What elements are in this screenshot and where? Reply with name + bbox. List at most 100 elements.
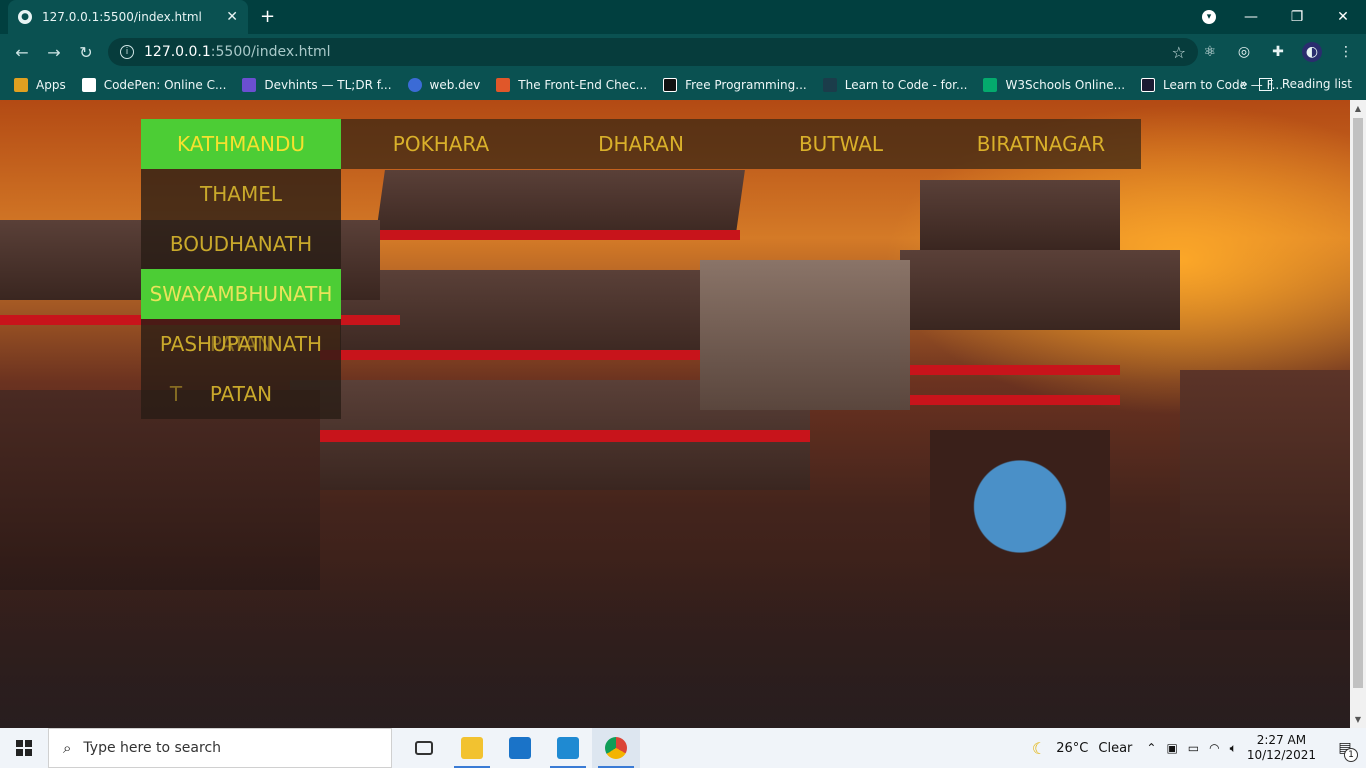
scroll-up-icon[interactable]: ▲ (1350, 104, 1366, 113)
weather-temp: 26°C (1056, 740, 1089, 756)
vscode-button[interactable] (544, 728, 592, 768)
profile-avatar[interactable]: ◐ (1302, 42, 1322, 62)
wifi-icon[interactable]: ◠ (1209, 741, 1219, 756)
devhints-icon (242, 78, 257, 92)
bookmark-free-programming[interactable]: Free Programming... (663, 78, 807, 92)
mail-icon (509, 737, 531, 759)
new-tab-button[interactable]: + (260, 6, 275, 27)
chevron-up-icon[interactable]: ⌃ (1146, 741, 1156, 756)
volume-icon[interactable]: 🔈︎ (1230, 741, 1237, 756)
browser-toolbar: ← → ↻ i 127.0.0.1 :5500/index.html ☆ ⚛ ◎… (0, 34, 1366, 70)
scroll-down-icon[interactable]: ▼ (1350, 715, 1366, 724)
nav-pokhara[interactable]: POKHARA (341, 119, 541, 169)
tab-title: 127.0.0.1:5500/index.html (42, 10, 202, 24)
bookmark-star-icon[interactable]: ☆ (1172, 43, 1186, 62)
windows-logo-icon (16, 740, 32, 756)
extensions-area: ⚛ ◎ ✚ ◐ ⋮ (1200, 42, 1356, 62)
close-icon[interactable]: ✕ (226, 9, 238, 25)
clock-date: 10/12/2021 (1246, 748, 1316, 762)
apps-grid-icon (14, 78, 28, 92)
window-controls: — ❐ ✕ (1228, 0, 1366, 34)
folder-icon (461, 737, 483, 759)
reload-icon[interactable]: ↻ (70, 43, 102, 62)
address-bar[interactable]: i 127.0.0.1 :5500/index.html ☆ (108, 38, 1198, 66)
freecodecamp-icon (1141, 78, 1156, 92)
city-navbar: KATHMANDU POKHARA DHARAN BUTWAL BIRATNAG… (141, 119, 1141, 169)
system-tray: ☾ 26°C Clear ⌃ ▣ ▭ ◠ 🔈︎ 2:27 AM 10/12/20… (1032, 728, 1366, 768)
windows-taskbar: ⌕ Type here to search ☾ 26°C Clear ⌃ ▣ ▭… (0, 728, 1366, 768)
restore-icon[interactable]: ❐ (1274, 9, 1320, 25)
page-viewport: KATHMANDU POKHARA DHARAN BUTWAL BIRATNAG… (0, 100, 1350, 728)
taskbar-apps (400, 728, 640, 768)
minimize-icon[interactable]: — (1228, 9, 1274, 25)
bookmark-devhints[interactable]: Devhints — TL;DR f... (242, 78, 392, 92)
weather-widget[interactable]: ☾ 26°C Clear (1032, 739, 1132, 758)
chrome-button[interactable] (592, 728, 640, 768)
clock-time: 2:27 AM (1256, 733, 1307, 747)
bookmark-webdev[interactable]: web.dev (407, 78, 480, 92)
bookmark-apps[interactable]: Apps (14, 78, 66, 92)
bookmark-codepen[interactable]: CodePen: Online C... (81, 78, 226, 92)
w3schools-icon (983, 78, 998, 92)
forward-icon[interactable]: → (38, 43, 70, 62)
react-devtools-icon[interactable]: ⚛ (1200, 42, 1220, 62)
bookmarks-bar: Apps CodePen: Online C... Devhints — TL;… (0, 70, 1366, 100)
page-scrollbar[interactable]: ▲ ▼ (1350, 100, 1366, 728)
tab-strip: ● 127.0.0.1:5500/index.html ✕ + ▾ — ❐ ✕ (0, 0, 1366, 34)
nav-dharan[interactable]: DHARAN (541, 119, 741, 169)
mail-button[interactable] (496, 728, 544, 768)
reading-list-button[interactable]: Reading list (1258, 77, 1352, 91)
checkmark-icon (496, 78, 511, 92)
bookmark-frontend-checklist[interactable]: The Front-End Chec... (496, 78, 647, 92)
menu-icon[interactable]: ⋮ (1336, 42, 1356, 62)
site-info-icon[interactable]: i (120, 45, 134, 59)
scrollbar-thumb[interactable] (1353, 118, 1363, 688)
dropdown-item-swayambhunath[interactable]: SWAYAMBHUNATH (141, 269, 341, 319)
dropdown-item-pashupatinath[interactable]: PATAN PASHUPATINATH (141, 319, 341, 369)
window-close-icon[interactable]: ✕ (1320, 9, 1366, 25)
meet-now-icon[interactable]: ▣ (1166, 741, 1177, 756)
dropdown-item-label: PASHUPATINATH (159, 332, 323, 356)
action-center-button[interactable]: ▤ 1 (1330, 740, 1360, 762)
browser-tab[interactable]: ● 127.0.0.1:5500/index.html ✕ (8, 0, 248, 34)
url-host: 127.0.0.1 (144, 44, 211, 60)
dropdown-item-label: PATAN (209, 382, 273, 406)
nav-kathmandu[interactable]: KATHMANDU (141, 119, 341, 169)
reading-list-icon (1258, 77, 1272, 91)
moon-icon: ☾ (1031, 738, 1047, 758)
bookmark-learn-to-code[interactable]: Learn to Code - for... (822, 78, 967, 92)
dropdown-ghost-text: T (169, 382, 183, 406)
dropdown-item-thamel[interactable]: THAMEL (141, 169, 341, 219)
more-bookmarks-icon[interactable]: » (1240, 77, 1248, 92)
start-button[interactable] (0, 728, 48, 768)
nav-butwal[interactable]: BUTWAL (741, 119, 941, 169)
nav-biratnagar[interactable]: BIRATNAGAR (941, 119, 1141, 169)
tray-icons: ⌃ ▣ ▭ ◠ 🔈︎ (1146, 741, 1236, 756)
fcc-icon (663, 78, 678, 92)
webdev-icon (407, 78, 422, 92)
file-explorer-button[interactable] (448, 728, 496, 768)
search-placeholder: Type here to search (83, 740, 222, 756)
battery-icon[interactable]: ▭ (1188, 741, 1199, 756)
vscode-icon (557, 737, 579, 759)
globe-icon: ● (18, 10, 32, 24)
search-icon: ⌕ (63, 739, 72, 757)
task-view-button[interactable] (400, 728, 448, 768)
tab-search-icon[interactable]: ▾ (1202, 10, 1216, 24)
task-view-icon (415, 741, 433, 755)
color-picker-icon[interactable]: ◎ (1234, 42, 1254, 62)
url-path: :5500/index.html (210, 44, 331, 60)
extensions-puzzle-icon[interactable]: ✚ (1268, 42, 1288, 62)
chrome-icon (605, 737, 627, 759)
dropdown-item-boudhanath[interactable]: BOUDHANATH (141, 219, 341, 269)
taskbar-search[interactable]: ⌕ Type here to search (48, 728, 392, 768)
bookmark-w3schools[interactable]: W3Schools Online... (983, 78, 1125, 92)
page-icon (822, 78, 837, 92)
taskbar-clock[interactable]: 2:27 AM 10/12/2021 (1247, 733, 1316, 763)
weather-condition: Clear (1098, 740, 1133, 756)
dropdown-item-patan[interactable]: T PATAN (141, 369, 341, 419)
back-icon[interactable]: ← (6, 43, 38, 62)
notification-count-badge: 1 (1344, 748, 1358, 762)
kathmandu-dropdown: THAMEL BOUDHANATH SWAYAMBHUNATH PATAN PA… (141, 169, 341, 419)
codepen-icon (81, 78, 96, 92)
